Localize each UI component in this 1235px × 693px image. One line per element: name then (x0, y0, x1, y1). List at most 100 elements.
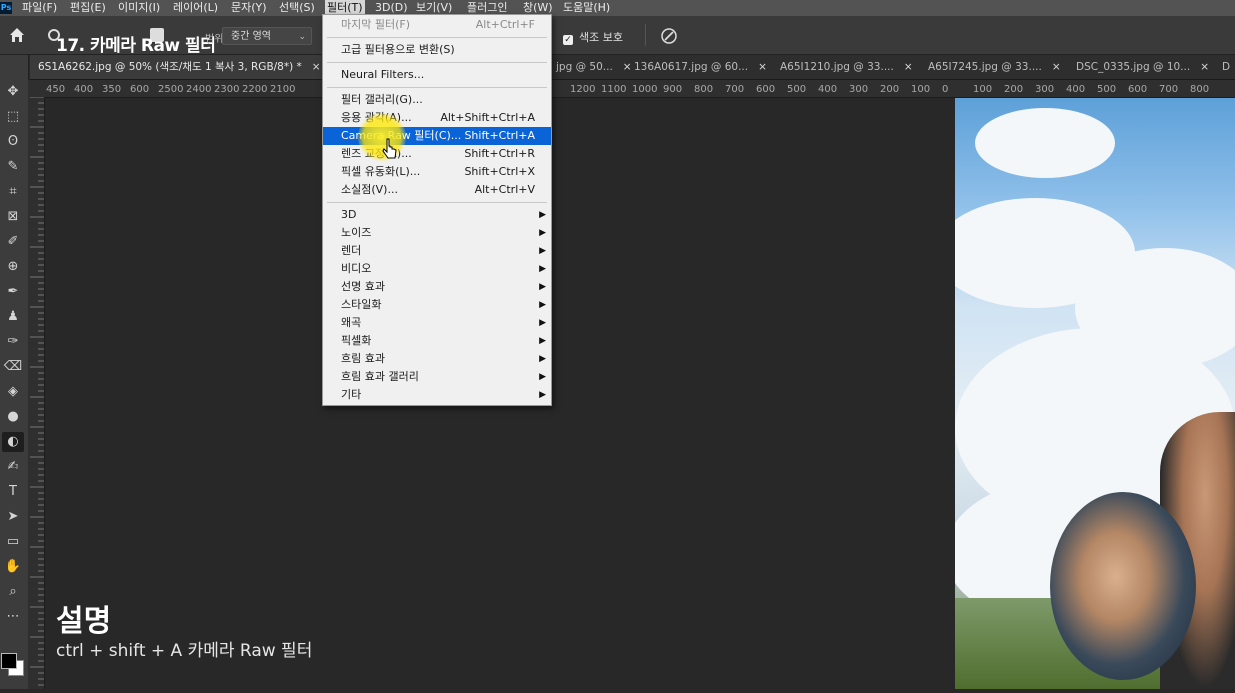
filter-menu-item[interactable]: 흐림 효과 ▶ (323, 350, 551, 368)
ruler-tick-label: 200 (1004, 84, 1024, 95)
document-tab[interactable]: A65I1210.jpg @ 33.... × (772, 55, 920, 79)
menu-item-shortcut: Shift+Ctrl+R (464, 147, 535, 160)
ruler-tick-label: 1200 (570, 84, 596, 95)
filter-menu-item[interactable]: 노이즈 ▶ (323, 224, 551, 242)
filter-menu-item[interactable]: 스타일화 ▶ (323, 296, 551, 314)
document-tab-label: 136A0617.jpg @ 60... (634, 61, 749, 73)
frame-tool-icon[interactable]: ⊠ (2, 207, 24, 227)
ruler-tick-label: 1000 (632, 84, 658, 95)
move-tool-icon[interactable]: ✥ (2, 82, 24, 102)
path-select-tool-icon[interactable]: ➤ (2, 507, 24, 527)
ruler-tick-label: 500 (787, 84, 807, 95)
filter-menu-item[interactable]: 렌즈 교정(R)...Shift+Ctrl+R (323, 145, 551, 163)
document-tab[interactable]: 6S1A6262.jpg @ 50% (색조/채도 1 복사 3, RGB/8*… (30, 55, 322, 79)
menu-layer[interactable]: 레이어(L) (171, 0, 220, 16)
hand-tool-icon[interactable]: ✋ (2, 557, 24, 577)
menu-item-label: 픽셀 유동화(L)... (341, 165, 421, 178)
menu-bar: Ps 파일(F) 편집(E) 이미지(I) 레이어(L) 문자(Y) 선택(S) 필터(T)… (0, 0, 1235, 16)
ruler-tick-label: 2100 (270, 84, 296, 95)
document-tab[interactable]: A65I7245.jpg @ 33.... × (920, 55, 1068, 79)
document-tab-label: A65I1210.jpg @ 33.... (780, 61, 894, 73)
menu-file[interactable]: 파일(F) (20, 0, 59, 16)
brush-tool-icon[interactable]: ✒ (2, 282, 24, 302)
dodge-tool-icon[interactable]: ◐ (2, 432, 24, 452)
menu-help[interactable]: 도움말(H) (561, 0, 612, 16)
vertical-ruler (28, 96, 45, 689)
menu-separator (327, 37, 547, 38)
submenu-arrow-icon: ▶ (539, 336, 546, 346)
pressure-brush-icon[interactable] (660, 27, 678, 45)
ruler-tick-label: 600 (1128, 84, 1148, 95)
ruler-tick-label: 700 (725, 84, 745, 95)
filter-menu-item[interactable]: 필터 갤러리(G)... (323, 91, 551, 109)
pen-tool-icon[interactable]: ✍ (2, 457, 24, 477)
crop-tool-icon[interactable]: ⌗ (2, 182, 24, 202)
menu-item-shortcut: Alt+Shift+Ctrl+A (440, 111, 535, 124)
eraser-tool-icon[interactable]: ⌫ (2, 357, 24, 377)
menu-item-label: 소실점(V)... (341, 183, 398, 196)
healing-tool-icon[interactable]: ⊕ (2, 257, 24, 277)
document-tab[interactable]: D (1214, 55, 1235, 79)
menu-select[interactable]: 선택(S) (277, 0, 317, 16)
filter-menu-item[interactable]: 고급 필터용으로 변환(S) (323, 41, 551, 59)
close-tab-icon[interactable]: × (1200, 61, 1209, 73)
filter-menu-item[interactable]: 소실점(V)... Alt+Ctrl+V (323, 181, 551, 199)
zoom-tool-icon[interactable]: ⌕ (2, 582, 24, 602)
filter-menu-item[interactable]: 픽셀 유동화(L)... Shift+Ctrl+X (323, 163, 551, 181)
rectangle-tool-icon[interactable]: ▭ (2, 532, 24, 552)
filter-menu-item[interactable]: 픽셀화 ▶ (323, 332, 551, 350)
menu-item-label: 고급 필터용으로 변환(S) (341, 43, 455, 56)
ruler-tick-label: 1100 (601, 84, 627, 95)
filter-menu-item[interactable]: 왜곡 ▶ (323, 314, 551, 332)
menu-item-label: 마지막 필터(F) (341, 18, 411, 31)
filter-menu-item[interactable]: 비디오 ▶ (323, 260, 551, 278)
foreground-color-swatch[interactable] (1, 653, 17, 669)
filter-menu-item[interactable]: Neural Filters... (323, 66, 551, 84)
submenu-arrow-icon: ▶ (539, 228, 546, 238)
menu-item-label: 흐림 효과 (341, 352, 385, 365)
menu-item-label: 픽셀화 (341, 334, 372, 347)
menu-item-label: 노이즈 (341, 226, 372, 239)
document-tab[interactable]: DSC_0335.jpg @ 10... × (1068, 55, 1214, 79)
quick-select-tool-icon[interactable]: ✎ (2, 157, 24, 177)
chevron-down-icon: ⌄ (298, 32, 306, 42)
more-tools-icon[interactable]: ⋯ (2, 607, 24, 627)
marquee-tool-icon[interactable]: ⬚ (2, 107, 24, 127)
home-icon[interactable] (8, 26, 26, 44)
close-tab-icon[interactable]: × (904, 61, 913, 73)
paint-bucket-tool-icon[interactable]: ◈ (2, 382, 24, 402)
ruler-tick-label: 700 (1159, 84, 1179, 95)
document-tab[interactable]: 136A0617.jpg @ 60... × (626, 55, 772, 79)
blur-tool-icon[interactable]: ● (2, 407, 24, 427)
type-tool-icon[interactable]: T (2, 482, 24, 502)
ruler-tick-label: 400 (1066, 84, 1086, 95)
filter-menu-item[interactable]: 응용 광각(A)...Alt+Shift+Ctrl+A (323, 109, 551, 127)
menu-image[interactable]: 이미지(I) (116, 0, 162, 16)
submenu-arrow-icon: ▶ (539, 372, 546, 382)
filter-menu-item[interactable]: 마지막 필터(F) Alt+Ctrl+F (323, 16, 551, 34)
ruler-tick-label: 800 (694, 84, 714, 95)
filter-menu-item[interactable]: 3D ▶ (323, 206, 551, 224)
lasso-tool-icon[interactable]: ʘ (2, 132, 24, 152)
divider (645, 24, 646, 46)
ruler-corner (28, 80, 44, 97)
history-brush-tool-icon[interactable]: ✑ (2, 332, 24, 352)
protect-tones-checkbox[interactable]: ✓ 색조 보호 (563, 29, 623, 45)
filter-menu-item[interactable]: 기타 ▶ (323, 386, 551, 404)
menu-type[interactable]: 문자(Y) (229, 0, 269, 16)
caption-title: 설명 (56, 604, 112, 639)
ruler-tick-label: 300 (1035, 84, 1055, 95)
close-tab-icon[interactable]: × (758, 61, 767, 73)
filter-menu-item[interactable]: 선명 효과 ▶ (323, 278, 551, 296)
stamp-tool-icon[interactable]: ♟ (2, 307, 24, 327)
photoshop-logo-icon: Ps (0, 2, 12, 14)
menu-edit[interactable]: 편집(E) (68, 0, 108, 16)
menu-separator (327, 62, 547, 63)
ruler-tick-label: 2500 (158, 84, 184, 95)
filter-menu-item[interactable]: 흐림 효과 갤러리 ▶ (323, 368, 551, 386)
close-tab-icon[interactable]: × (1052, 61, 1061, 73)
range-select[interactable]: 중간 영역 ⌄ (222, 27, 312, 45)
filter-menu-item[interactable]: 렌더 ▶ (323, 242, 551, 260)
close-tab-icon[interactable]: × (312, 61, 321, 73)
eyedropper-tool-icon[interactable]: ✐ (2, 232, 24, 252)
